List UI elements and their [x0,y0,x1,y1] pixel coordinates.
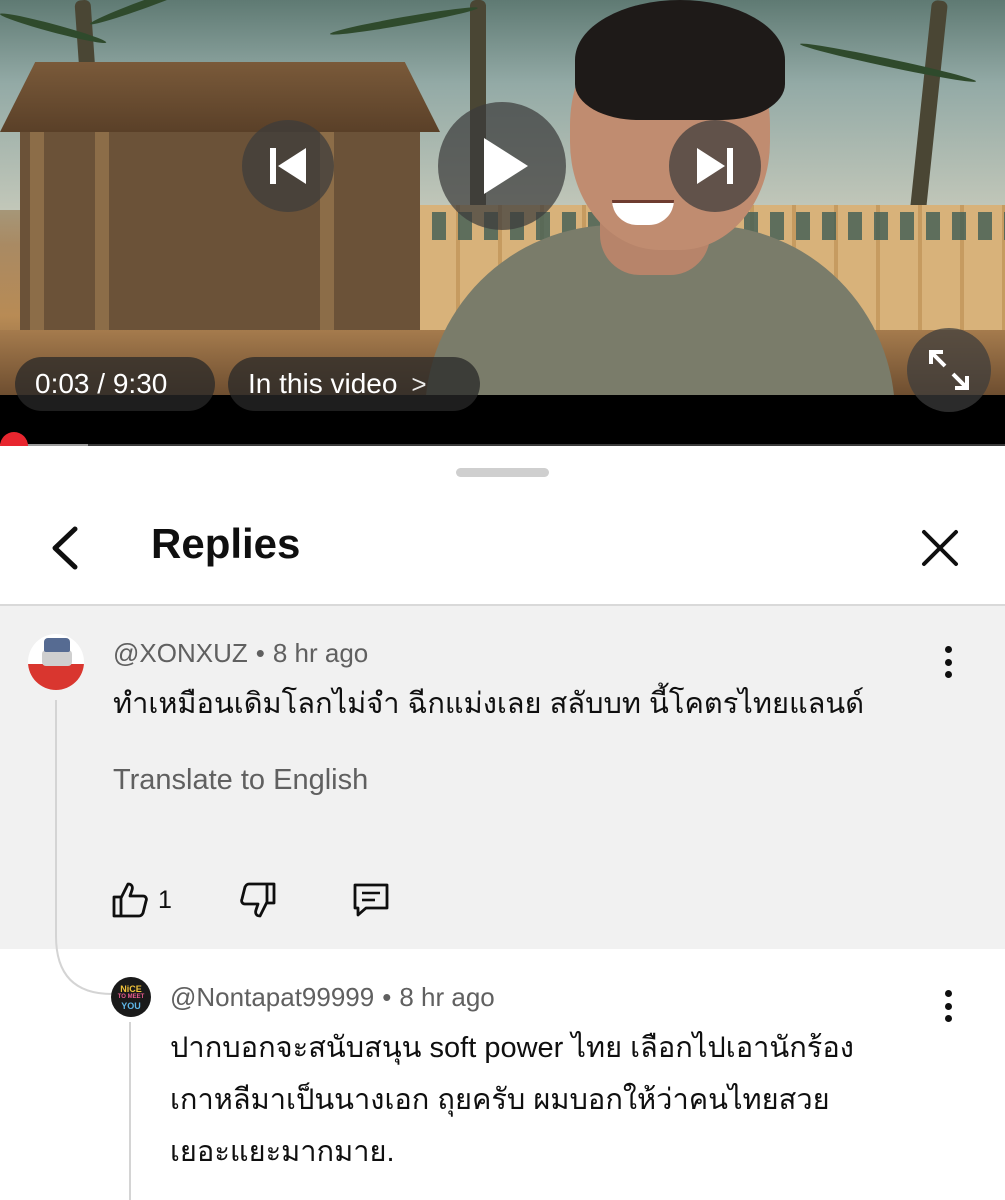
comment-text: ทำเหมือนเดิมโลกไม่จำ ฉีกแม่งเลย สลับบท น… [113,688,865,720]
video-player[interactable]: 0:03 / 9:30 In this video > [0,0,1005,446]
thumbs-up-icon [112,882,148,918]
comment-time: 8 hr ago [272,638,369,668]
sheet-title: Replies [151,520,301,567]
back-button[interactable] [40,524,88,572]
time-display: 0:03 / 9:30 [15,357,215,411]
progress-scrubber[interactable] [0,432,28,446]
time-total: 9:30 [112,368,168,399]
time-current: 0:03 [35,368,90,399]
reply-text: ปากบอกจะสนับสนุน soft power ไทย เลือกไปเ… [170,1022,854,1178]
reply-text-line: ปากบอกจะสนับสนุน soft power ไทย เลือกไปเ… [170,1032,854,1064]
time-separator: / [89,368,113,399]
more-vertical-icon[interactable] [933,642,963,682]
next-button[interactable] [669,120,761,212]
chapters-label: In this video [248,368,398,399]
play-icon [484,138,528,194]
previous-icon [270,148,306,184]
chevron-right-icon: > [411,368,427,399]
thread-connector [55,700,113,995]
reply-button[interactable] [350,880,392,920]
avatar-text: TO MEET [117,993,145,1000]
progress-track[interactable] [0,444,1005,446]
shed-post [30,128,44,358]
comment-actions: 1 [110,872,392,928]
sheet-header: Replies [0,490,1005,604]
previous-button[interactable] [242,120,334,212]
translate-link[interactable]: Translate to English [113,764,368,797]
close-icon [922,530,958,566]
replies-sheet: Replies @XONXUZ • 8 hr ago ทำเหมือนเดิมโลก… [0,450,1005,1200]
chapters-button[interactable]: In this video > [228,357,480,411]
reply-text-line: เยอะแยะมากมาย. [170,1136,395,1168]
meta-separator: • [382,982,392,1012]
play-button[interactable] [438,102,566,230]
avatar-background [28,664,84,690]
person-hair [575,0,785,120]
comment-meta: @XONXUZ • 8 hr ago [113,638,368,669]
shed-roof [0,62,440,132]
reply-time: 8 hr ago [399,982,495,1012]
reply-text-line: เกาหลีมาเป็นนางเอก ถุยครับ ผมบอกให้ว่าคน… [170,1084,830,1116]
meta-separator: • [255,638,265,668]
fullscreen-icon [929,350,969,390]
like-button[interactable]: 1 [110,880,172,920]
avatar-figure [42,650,72,666]
dislike-button[interactable] [238,880,278,920]
close-button[interactable] [914,522,966,574]
reply-icon [353,883,389,917]
shed-post [95,128,109,358]
avatar-text: NiCE [120,983,142,994]
like-count: 1 [158,885,172,914]
comment-author[interactable]: @XONXUZ [113,638,248,668]
reply-author[interactable]: @Nontapat99999 [170,982,374,1012]
avatar[interactable] [28,634,84,690]
avatar-hat [44,638,70,652]
thumbs-down-icon [240,882,276,918]
shed [20,128,420,358]
chevron-left-icon [52,526,78,570]
reply-avatar[interactable]: NiCE TO MEET YOU [111,977,151,1017]
reply-thread-line [129,1022,131,1200]
comment: @XONXUZ • 8 hr ago ทำเหมือนเดิมโลกไม่จำ ฉี… [0,606,1005,949]
avatar-text: YOU [121,1000,141,1011]
next-icon [697,148,733,184]
fullscreen-button[interactable] [907,328,991,412]
more-vertical-icon[interactable] [933,986,963,1026]
reply-meta: @Nontapat99999 • 8 hr ago [170,982,495,1013]
drag-handle[interactable] [456,468,549,477]
